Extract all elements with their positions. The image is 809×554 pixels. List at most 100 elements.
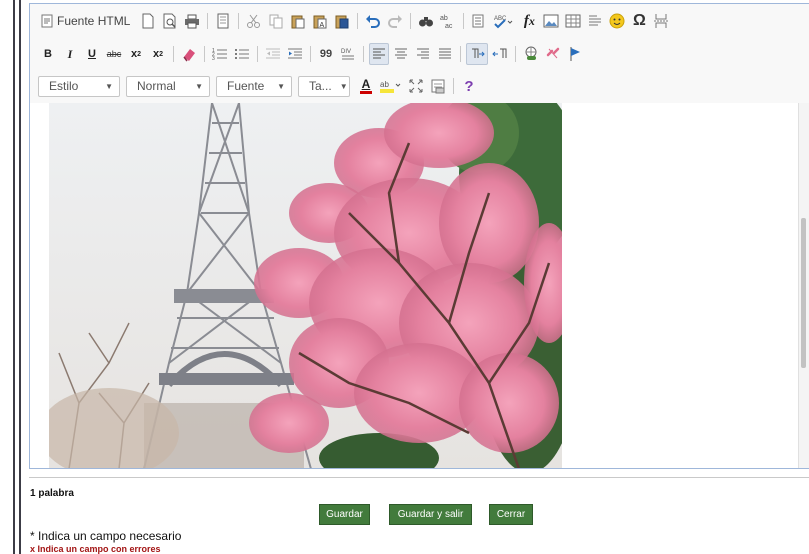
show-blocks-icon — [431, 79, 445, 94]
source-label: Fuente HTML — [57, 14, 131, 28]
font-combo-label: Fuente — [227, 79, 265, 93]
maximize-button[interactable] — [406, 75, 426, 97]
align-left-icon — [373, 48, 385, 59]
cut-button[interactable] — [244, 10, 264, 32]
chevron-down-icon: ▼ — [195, 81, 203, 91]
table-button[interactable] — [563, 10, 583, 32]
underline-button[interactable]: U — [82, 43, 102, 65]
toolbar-separator — [173, 46, 174, 62]
align-justify-icon — [439, 48, 451, 59]
editor-toolbar: Fuente HTML A ab ac ABC fx Ω B I U abc x… — [30, 4, 809, 104]
undo-button[interactable] — [363, 10, 383, 32]
left-border-line — [19, 0, 21, 554]
toolbar-row-3: Estilo ▼ Normal ▼ Fuente ▼ Ta... ▼ A ab ? — [38, 74, 479, 98]
print-button[interactable] — [182, 10, 202, 32]
rich-text-editor: Fuente HTML A ab ac ABC fx Ω B I U abc x… — [29, 3, 809, 469]
toolbar-separator — [463, 13, 465, 29]
toolbar-separator — [460, 46, 461, 62]
preview-button[interactable] — [160, 10, 180, 32]
horizontal-rule-button[interactable] — [585, 10, 605, 32]
style-combo[interactable]: Estilo ▼ — [38, 75, 120, 97]
link-icon — [525, 46, 537, 60]
align-center-button[interactable] — [391, 43, 411, 65]
source-button[interactable]: Fuente HTML — [38, 10, 136, 32]
templates-button[interactable] — [213, 10, 233, 32]
format-combo[interactable]: Normal ▼ — [126, 75, 210, 97]
subscript-button[interactable]: x2 — [126, 43, 146, 65]
redo-button[interactable] — [385, 10, 405, 32]
bulleted-list-icon — [235, 49, 249, 59]
toolbar-separator — [207, 13, 209, 29]
numbered-list-button[interactable]: 123 — [210, 43, 230, 65]
outdent-button[interactable] — [263, 43, 283, 65]
page-break-button[interactable] — [651, 10, 671, 32]
editor-content-area[interactable] — [30, 103, 809, 468]
svg-text:ab: ab — [440, 15, 448, 22]
image-button[interactable] — [541, 10, 561, 32]
text-color-swatch — [360, 91, 372, 94]
ltr-button[interactable] — [466, 43, 488, 65]
source-icon — [41, 14, 53, 28]
size-combo[interactable]: Ta... ▼ — [298, 75, 350, 97]
editor-scrollbar-thumb[interactable] — [801, 218, 806, 368]
svg-text:DIV: DIV — [341, 49, 351, 55]
superscript-button[interactable]: x2 — [148, 43, 168, 65]
eiffel-tower-cherry-blossom-image[interactable] — [49, 103, 562, 468]
error-field-note: x Indica un campo con errores — [30, 544, 161, 554]
align-justify-button[interactable] — [435, 43, 455, 65]
help-button[interactable]: ? — [459, 75, 479, 97]
templates-icon — [217, 13, 229, 29]
show-blocks-button[interactable] — [428, 75, 448, 97]
new-page-button[interactable] — [138, 10, 158, 32]
spellcheck-button[interactable]: ABC — [491, 10, 517, 32]
word-count: 1 palabra — [30, 488, 74, 499]
save-and-exit-button[interactable]: Guardar y salir — [389, 504, 472, 525]
select-all-icon — [472, 14, 484, 28]
maximize-icon — [409, 79, 423, 93]
rtl-button[interactable] — [490, 43, 510, 65]
align-right-icon — [417, 48, 429, 59]
anchor-button[interactable] — [565, 43, 585, 65]
editor-scrollbar[interactable] — [798, 103, 809, 468]
select-all-button[interactable] — [469, 10, 489, 32]
close-button[interactable]: Cerrar — [489, 504, 533, 525]
bulleted-list-button[interactable] — [232, 43, 252, 65]
toolbar-separator — [357, 13, 359, 29]
outdent-icon — [266, 48, 280, 59]
div-container-icon: DIV — [341, 49, 354, 60]
align-left-button[interactable] — [369, 43, 389, 65]
indent-button[interactable] — [285, 43, 305, 65]
paste-button[interactable] — [288, 10, 308, 32]
toolbar-separator — [238, 13, 240, 29]
strikethrough-button[interactable]: abc — [104, 43, 124, 65]
find-button[interactable] — [416, 10, 436, 32]
text-color-button[interactable]: A — [356, 75, 376, 97]
save-button[interactable]: Guardar — [319, 504, 370, 525]
formula-button[interactable]: fx — [519, 10, 539, 32]
table-icon — [565, 14, 581, 28]
toolbar-separator — [204, 46, 205, 62]
italic-button[interactable]: I — [60, 43, 80, 65]
highlighter-icon: ab — [380, 80, 401, 93]
paste-word-button[interactable] — [332, 10, 352, 32]
left-border — [0, 0, 27, 554]
paste-text-button[interactable]: A — [310, 10, 330, 32]
div-container-button[interactable]: DIV — [338, 43, 358, 65]
link-button[interactable] — [521, 43, 541, 65]
bold-button[interactable]: B — [38, 43, 58, 65]
align-right-button[interactable] — [413, 43, 433, 65]
font-combo[interactable]: Fuente ▼ — [216, 75, 292, 97]
bg-color-button[interactable]: ab — [378, 75, 404, 97]
copy-icon — [269, 14, 283, 29]
smiley-button[interactable] — [607, 10, 627, 32]
remove-format-button[interactable] — [179, 43, 199, 65]
unlink-button[interactable] — [543, 43, 563, 65]
style-combo-label: Estilo — [49, 79, 79, 93]
special-char-button[interactable]: Ω — [629, 10, 649, 32]
replace-button[interactable]: ab ac — [438, 10, 458, 32]
copy-button[interactable] — [266, 10, 286, 32]
new-page-icon — [142, 13, 154, 29]
left-border-line — [13, 0, 15, 554]
blockquote-button[interactable]: 99 — [316, 43, 336, 65]
page-break-icon — [654, 14, 669, 28]
